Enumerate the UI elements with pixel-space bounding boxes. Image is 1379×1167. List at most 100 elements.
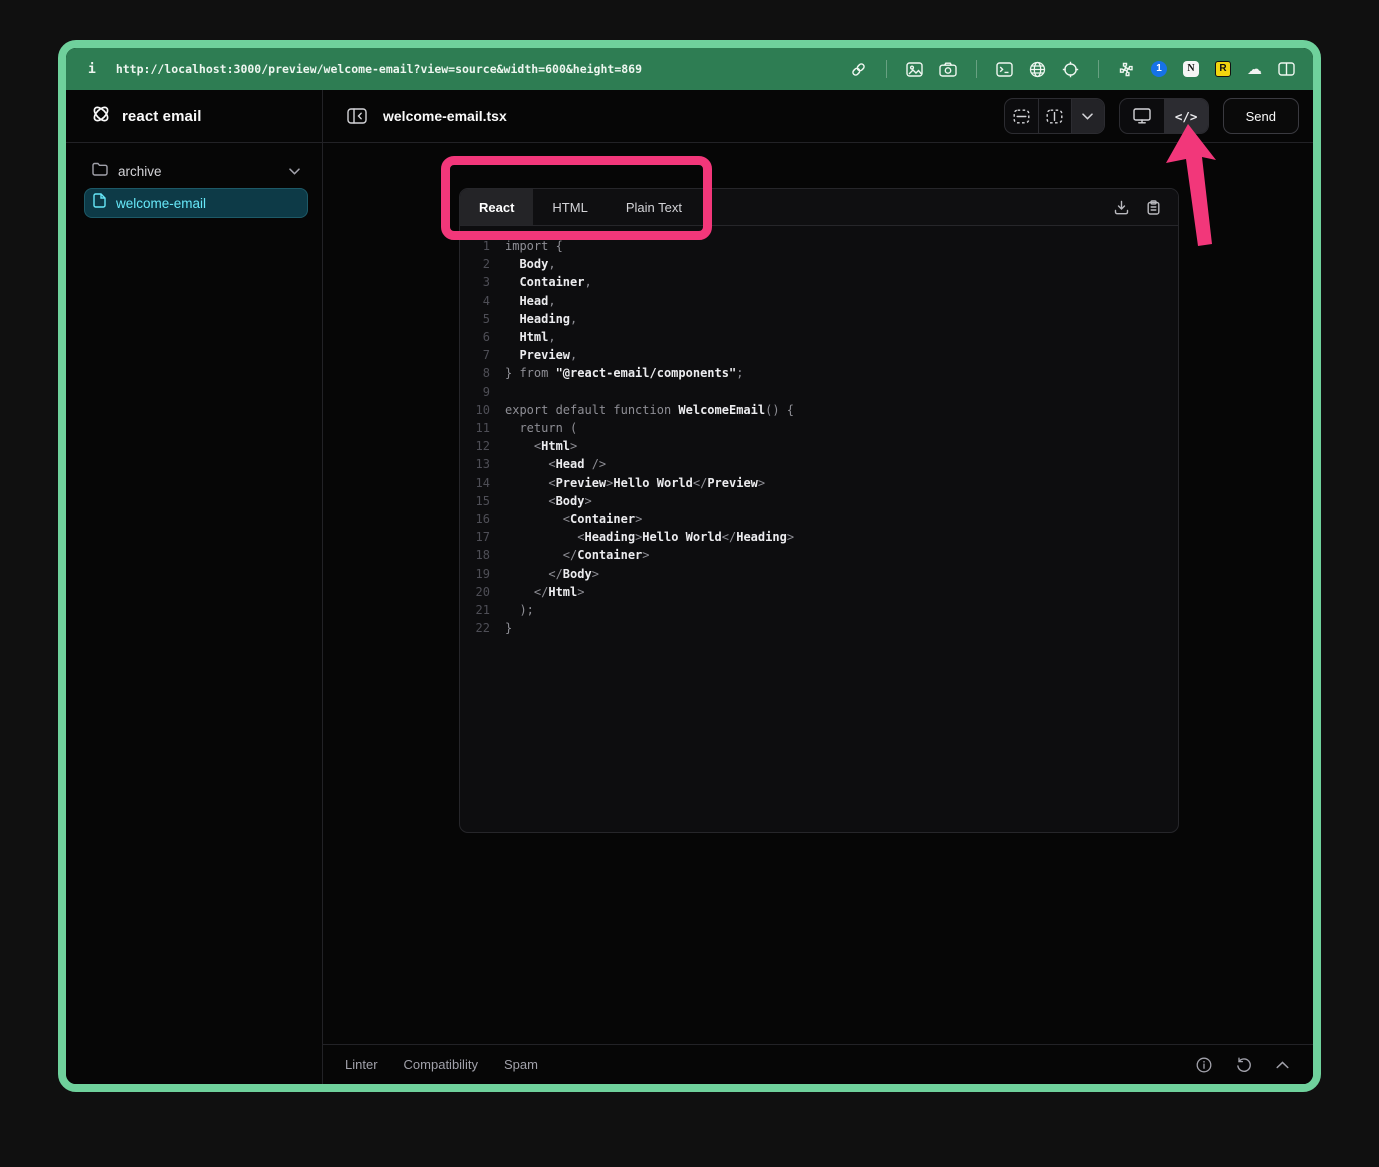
send-button[interactable]: Send <box>1223 98 1299 134</box>
line-number: 22 <box>460 619 490 637</box>
code-line: 10export default function WelcomeEmail()… <box>460 401 1178 419</box>
line-number: 3 <box>460 273 490 291</box>
line-number: 7 <box>460 346 490 364</box>
status-tab-compatibility[interactable]: Compatibility <box>404 1057 478 1072</box>
page-info-icon[interactable]: i <box>88 62 96 77</box>
sidebar-item-welcome-email[interactable]: welcome-email <box>84 188 308 218</box>
tab-plain-text[interactable]: Plain Text <box>607 189 701 225</box>
code-line: 11 return ( <box>460 419 1178 437</box>
line-number: 10 <box>460 401 490 419</box>
size-dropdown-button[interactable] <box>1071 99 1104 133</box>
line-number: 2 <box>460 255 490 273</box>
file-icon <box>93 193 106 213</box>
info-circle-icon[interactable] <box>1194 1055 1214 1075</box>
line-content: <Container> <box>490 510 642 528</box>
react-email-logo-icon <box>90 103 112 130</box>
status-tabs: Linter Compatibility Spam <box>345 1057 538 1072</box>
status-tab-spam[interactable]: Spam <box>504 1057 538 1072</box>
crosshair-icon[interactable] <box>1062 61 1079 78</box>
extensions-puzzle-icon[interactable] <box>1118 61 1135 78</box>
source-tabs: ReactHTMLPlain Text <box>460 189 701 225</box>
download-icon[interactable] <box>1112 198 1131 217</box>
line-content: <Heading>Hello World</Heading> <box>490 528 794 546</box>
chevron-down-icon[interactable] <box>289 162 300 180</box>
link-icon[interactable] <box>850 61 867 78</box>
chevron-up-icon[interactable] <box>1274 1059 1291 1071</box>
line-content: Preview, <box>490 346 577 364</box>
line-number: 18 <box>460 546 490 564</box>
line-number: 12 <box>460 437 490 455</box>
line-number: 14 <box>460 474 490 492</box>
desktop-preview-button[interactable] <box>1120 99 1164 133</box>
status-tab-linter[interactable]: Linter <box>345 1057 378 1072</box>
line-content: <Html> <box>490 437 577 455</box>
main-area: welcome-email.tsx <box>323 90 1313 1084</box>
image-icon[interactable] <box>906 62 923 77</box>
line-content: import { <box>490 237 563 255</box>
line-content: <Head /> <box>490 455 606 473</box>
line-number: 17 <box>460 528 490 546</box>
code-line: 6 Html, <box>460 328 1178 346</box>
tab-react[interactable]: React <box>460 189 533 225</box>
code-line: 2 Body, <box>460 255 1178 273</box>
line-content: </Container> <box>490 546 650 564</box>
code-line: 5 Heading, <box>460 310 1178 328</box>
line-number: 15 <box>460 492 490 510</box>
code-line: 22} <box>460 619 1178 637</box>
sidebar-toggle-button[interactable] <box>345 106 369 126</box>
cloud-icon[interactable]: ☁ <box>1247 62 1262 77</box>
line-content: return ( <box>490 419 577 437</box>
sidebar-header: react email <box>66 90 322 143</box>
globe-icon[interactable] <box>1029 61 1046 78</box>
line-content: export default function WelcomeEmail() { <box>490 401 794 419</box>
viewport-width-button[interactable] <box>1005 99 1038 133</box>
code-line: 20 </Html> <box>460 583 1178 601</box>
code-line: 18 </Container> <box>460 546 1178 564</box>
copy-clipboard-icon[interactable] <box>1145 198 1162 217</box>
source-code-view-button[interactable]: </> <box>1164 99 1208 133</box>
code-line: 14 <Preview>Hello World</Preview> <box>460 474 1178 492</box>
line-content: } <box>490 619 512 637</box>
toolbar-icons: 1 N R ☁ <box>850 60 1295 78</box>
line-content: Container, <box>490 273 592 291</box>
code-line: 15 <Body> <box>460 492 1178 510</box>
line-number: 9 <box>460 383 490 401</box>
line-number: 13 <box>460 455 490 473</box>
main-header: welcome-email.tsx <box>323 90 1313 143</box>
refined-github-extension-icon[interactable]: R <box>1215 61 1231 77</box>
toolbar-separator <box>1098 60 1099 78</box>
line-content: </Body> <box>490 565 599 583</box>
viewport-size-control <box>1004 98 1105 134</box>
react-email-app: react email archive <box>66 90 1313 1084</box>
viewport-height-button[interactable] <box>1038 99 1071 133</box>
terminal-icon[interactable] <box>996 62 1013 77</box>
refresh-icon[interactable] <box>1234 1055 1254 1075</box>
status-bar: Linter Compatibility Spam <box>323 1044 1313 1084</box>
url-bar[interactable]: http://localhost:3000/preview/welcome-em… <box>116 62 642 76</box>
page-title: welcome-email.tsx <box>383 108 507 124</box>
screenshot-stage: i http://localhost:3000/preview/welcome-… <box>0 0 1379 1167</box>
code-line: 1import { <box>460 237 1178 255</box>
split-view-icon[interactable] <box>1278 62 1295 76</box>
tab-html[interactable]: HTML <box>533 189 606 225</box>
line-content: <Body> <box>490 492 592 510</box>
code-line: 12 <Html> <box>460 437 1178 455</box>
line-content: Head, <box>490 292 556 310</box>
browser-toolbar: i http://localhost:3000/preview/welcome-… <box>66 48 1313 90</box>
code-line: 16 <Container> <box>460 510 1178 528</box>
tabbar-spacer <box>701 189 1112 225</box>
line-content: Heading, <box>490 310 577 328</box>
folder-icon <box>92 162 108 181</box>
line-content: <Preview>Hello World</Preview> <box>490 474 765 492</box>
line-number: 6 <box>460 328 490 346</box>
camera-icon[interactable] <box>939 62 957 77</box>
code-editor[interactable]: 1import {2 Body,3 Container,4 Head,5 Hea… <box>460 226 1178 832</box>
code-line: 4 Head, <box>460 292 1178 310</box>
code-lines: 1import {2 Body,3 Container,4 Head,5 Hea… <box>460 237 1178 637</box>
onepassword-extension-icon[interactable]: 1 <box>1151 61 1167 77</box>
sidebar-folder-archive[interactable]: archive <box>84 156 308 186</box>
notion-extension-icon[interactable]: N <box>1183 61 1199 77</box>
folder-label: archive <box>118 164 279 179</box>
line-number: 1 <box>460 237 490 255</box>
content-area: ReactHTMLPlain Text <box>323 143 1313 1044</box>
